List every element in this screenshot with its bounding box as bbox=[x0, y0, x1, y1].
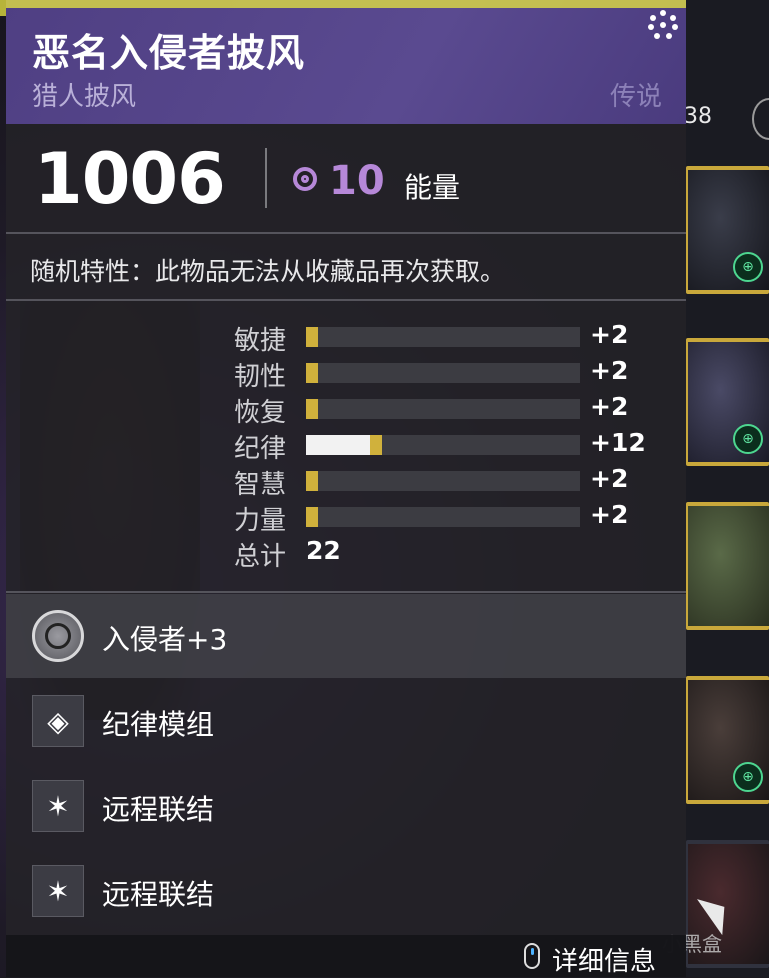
item-tooltip: 恶名入侵者披风 猎人披风 传说 1006 10 能量 随机特性：此物品无法从收藏… bbox=[6, 0, 686, 977]
stat-bar bbox=[306, 399, 580, 419]
tooltip-body: 1006 10 能量 随机特性：此物品无法从收藏品再次获取。 敏捷 +2 韧性 +2 恢… bbox=[6, 124, 686, 977]
item-name: 恶名入侵者披风 bbox=[32, 31, 306, 75]
stat-value: +2 bbox=[590, 464, 629, 493]
power-level: 1006 bbox=[34, 138, 226, 220]
power-divider bbox=[265, 148, 267, 208]
stat-total-value: 22 bbox=[306, 536, 341, 565]
inventory-slot-gauntlets[interactable]: ⊕ bbox=[686, 338, 769, 466]
stat-bar-bonus-fill bbox=[306, 507, 318, 527]
stat-bar bbox=[306, 507, 580, 527]
stat-value: +12 bbox=[590, 428, 646, 457]
detail-button[interactable]: 详细信息 bbox=[552, 941, 656, 978]
options-icon[interactable] bbox=[648, 10, 678, 40]
stat-value: +2 bbox=[590, 320, 629, 349]
stat-bar bbox=[306, 363, 580, 383]
chest-armor-icon bbox=[688, 506, 769, 626]
perk-row[interactable]: ✶ 远程联结 bbox=[6, 849, 686, 933]
stat-total-row: 总计 22 bbox=[234, 534, 654, 572]
stat-bar-bonus-fill bbox=[306, 399, 318, 419]
perk-label: 入侵者+3 bbox=[102, 623, 228, 656]
stat-bar bbox=[306, 327, 580, 347]
random-perk-note: 随机特性：此物品无法从收藏品再次获取。 bbox=[30, 257, 506, 286]
item-type: 猎人披风 bbox=[32, 82, 137, 112]
distance-connection-icon: ✶ bbox=[32, 780, 84, 832]
stat-label: 智慧 bbox=[234, 470, 287, 500]
perk-row[interactable]: ◈ 纪律模组 bbox=[6, 679, 686, 763]
energy-icon bbox=[293, 167, 317, 191]
stat-row: 韧性 +2 bbox=[234, 354, 654, 392]
divider bbox=[6, 299, 686, 301]
stat-value: +2 bbox=[590, 356, 629, 385]
stats-list: 敏捷 +2 韧性 +2 恢复 +2 纪律 +12 智慧 +2 力量 +2 总计 22 bbox=[234, 318, 654, 572]
perk-row[interactable]: ✶ 远程联结 bbox=[6, 764, 686, 848]
stat-label: 纪律 bbox=[234, 434, 287, 464]
stat-row: 恢复 +2 bbox=[234, 390, 654, 428]
mouse-icon bbox=[524, 943, 540, 969]
stat-row: 敏捷 +2 bbox=[234, 318, 654, 356]
mod-socket-icon: ⊕ bbox=[733, 762, 763, 792]
divider bbox=[6, 232, 686, 234]
mod-socket-icon: ⊕ bbox=[733, 424, 763, 454]
stat-bar bbox=[306, 471, 580, 491]
stat-bar-bonus-fill bbox=[306, 471, 318, 491]
stat-bar-base-fill bbox=[306, 435, 370, 455]
power-row: 1006 10 能量 bbox=[6, 124, 686, 232]
header-stripe bbox=[6, 0, 686, 8]
inventory-slot-boots[interactable]: ⊕ bbox=[686, 676, 769, 804]
item-rarity: 传说 bbox=[609, 82, 662, 112]
stat-label: 恢复 bbox=[234, 398, 287, 428]
stat-row: 力量 +2 bbox=[234, 498, 654, 536]
inventory-count: 38 bbox=[684, 104, 712, 129]
stat-row: 纪律 +12 bbox=[234, 426, 654, 464]
stat-label: 力量 bbox=[234, 506, 287, 536]
stat-total-label: 总计 bbox=[234, 542, 287, 572]
perk-label: 远程联结 bbox=[102, 878, 215, 911]
intrinsic-perk-icon bbox=[32, 610, 84, 662]
tooltip-footer: 详细信息 bbox=[6, 935, 686, 977]
stat-label: 敏捷 bbox=[234, 326, 287, 356]
inventory-slot-chest[interactable] bbox=[686, 502, 769, 630]
mod-socket-icon: ⊕ bbox=[733, 252, 763, 282]
stat-bar-bonus-fill bbox=[370, 435, 382, 455]
stat-bar bbox=[306, 435, 580, 455]
energy-label: 能量 bbox=[404, 171, 461, 204]
stat-bar-bonus-fill bbox=[306, 363, 318, 383]
stat-bar-bonus-fill bbox=[306, 327, 318, 347]
discipline-mod-icon: ◈ bbox=[32, 695, 84, 747]
perk-label: 远程联结 bbox=[102, 793, 215, 826]
stat-value: +2 bbox=[590, 500, 629, 529]
inventory-column bbox=[686, 0, 769, 977]
stat-row: 智慧 +2 bbox=[234, 462, 654, 500]
divider bbox=[6, 591, 686, 593]
stat-label: 韧性 bbox=[234, 362, 287, 392]
distance-connection-icon: ✶ bbox=[32, 865, 84, 917]
inventory-slot-helmet[interactable]: ⊕ bbox=[686, 166, 769, 294]
tooltip-header: 恶名入侵者披风 猎人披风 传说 bbox=[6, 0, 686, 124]
perk-row[interactable]: 入侵者+3 bbox=[6, 594, 686, 678]
perk-label: 纪律模组 bbox=[102, 708, 215, 741]
stat-value: +2 bbox=[590, 392, 629, 421]
energy-value: 10 bbox=[329, 158, 385, 204]
